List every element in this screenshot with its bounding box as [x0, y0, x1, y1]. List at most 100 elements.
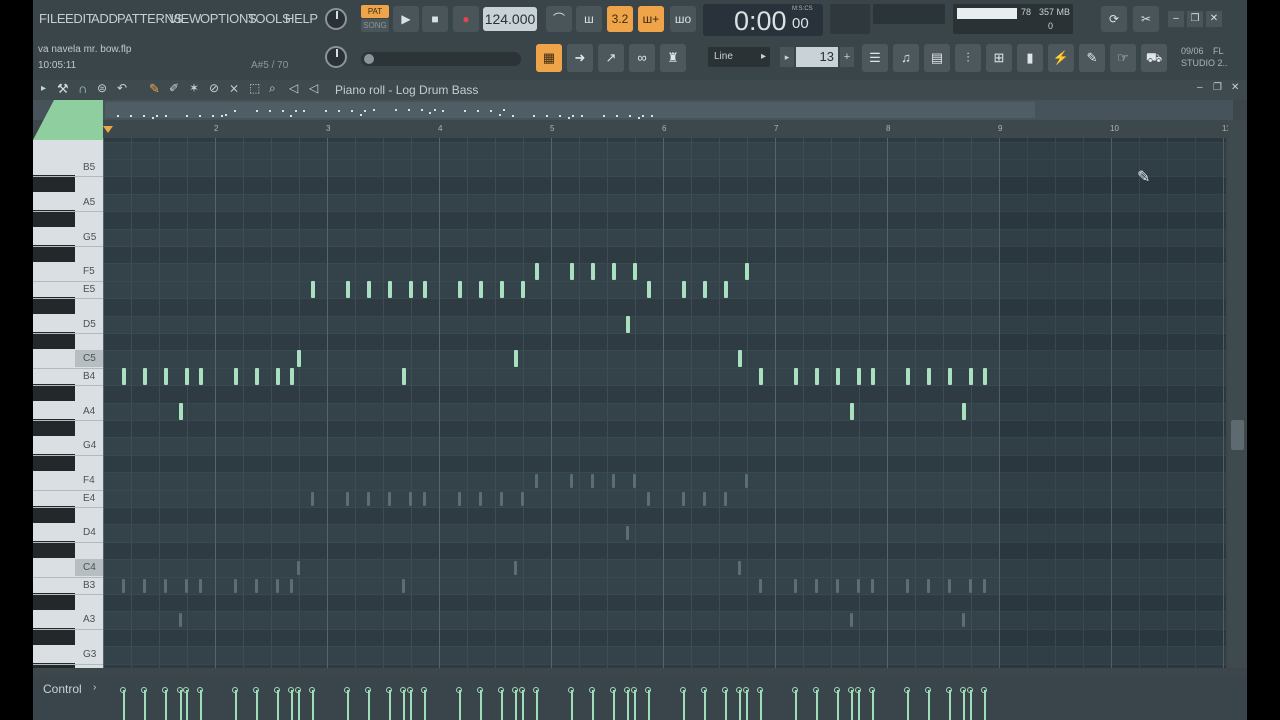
note[interactable] — [969, 367, 973, 385]
note[interactable] — [633, 263, 637, 281]
velocity-stem[interactable] — [309, 687, 315, 720]
timeline-ruler[interactable]: 2 3 4 5 6 7 8 9 10 11 — [103, 120, 1230, 138]
black-key[interactable] — [33, 384, 75, 402]
black-key[interactable] — [33, 627, 75, 645]
velocity-stem[interactable] — [834, 687, 840, 720]
control-lane-label[interactable]: Control — [43, 682, 82, 696]
note[interactable] — [535, 263, 539, 281]
pattern-picker-button[interactable]: ▦ — [536, 44, 562, 72]
minimize-app-button[interactable]: – — [1168, 11, 1184, 27]
stamp-button[interactable]: ♜ — [660, 44, 686, 72]
note[interactable] — [647, 280, 651, 298]
velocity-stem[interactable] — [792, 687, 798, 720]
velocity-stem[interactable] — [197, 687, 203, 720]
note[interactable] — [591, 263, 595, 281]
black-key[interactable] — [33, 453, 75, 471]
note[interactable] — [514, 350, 518, 368]
velocity-stem[interactable] — [736, 687, 742, 720]
velocity-stem[interactable] — [295, 687, 301, 720]
note[interactable] — [199, 367, 203, 385]
main-pitch-knob[interactable] — [325, 46, 347, 68]
note[interactable] — [570, 263, 574, 281]
note[interactable] — [794, 367, 798, 385]
select-tool-icon[interactable]: ⬚ — [249, 81, 260, 95]
pr-close-icon[interactable]: ✕ — [1231, 82, 1239, 93]
velocity-stem[interactable] — [456, 687, 462, 720]
note[interactable] — [479, 280, 483, 298]
black-key[interactable] — [33, 245, 75, 262]
step-plus-button[interactable]: + — [840, 47, 854, 67]
note[interactable] — [612, 263, 616, 281]
velocity-stem[interactable] — [288, 687, 294, 720]
control-chevron-icon[interactable]: › — [93, 682, 96, 693]
velocity-stem[interactable] — [631, 687, 637, 720]
note[interactable] — [143, 367, 147, 385]
velocity-stem[interactable] — [813, 687, 819, 720]
velocity-stem[interactable] — [855, 687, 861, 720]
zoom-tool-icon[interactable]: ⌕ — [269, 81, 276, 96]
slide-button[interactable]: ↗ — [598, 44, 624, 72]
note[interactable] — [255, 367, 259, 385]
velocity-stem[interactable] — [365, 687, 371, 720]
note[interactable] — [983, 367, 987, 385]
pencil-tool-icon[interactable]: ✎ — [149, 81, 160, 97]
plugin-picker-button[interactable]: ⚡ — [1048, 44, 1074, 72]
channel-tab[interactable] — [33, 100, 103, 140]
magnet-icon[interactable]: ∩ — [78, 81, 87, 96]
snap-mode-select[interactable]: Line ▸ — [708, 47, 770, 67]
scroll-thumb[interactable] — [1231, 420, 1244, 450]
note[interactable] — [179, 402, 183, 420]
play-button[interactable]: ▶ — [393, 6, 419, 32]
velocity-stem[interactable] — [344, 687, 350, 720]
link-button[interactable]: ∞ — [629, 44, 655, 72]
velocity-stem[interactable] — [722, 687, 728, 720]
note[interactable] — [948, 367, 952, 385]
wrench-icon[interactable]: ⚒ — [57, 81, 69, 97]
note[interactable] — [836, 367, 840, 385]
velocity-stem[interactable] — [967, 687, 973, 720]
velocity-stem[interactable] — [589, 687, 595, 720]
velocity-stem[interactable] — [400, 687, 406, 720]
shop-button[interactable]: ⛟ — [1141, 44, 1167, 72]
playhead-marker[interactable] — [103, 126, 113, 133]
velocity-stem[interactable] — [232, 687, 238, 720]
note[interactable] — [234, 367, 238, 385]
blend-notes-button[interactable]: шo — [670, 6, 696, 32]
online-button[interactable]: ⟳ — [1101, 6, 1127, 32]
note[interactable] — [409, 280, 413, 298]
news-panel[interactable]: 09/06 FL STUDIO 2.. — [1179, 44, 1239, 72]
note[interactable] — [346, 280, 350, 298]
black-key[interactable] — [33, 419, 75, 436]
note[interactable] — [311, 280, 315, 298]
main-volume-knob[interactable] — [325, 8, 347, 30]
maximize-app-button[interactable]: ❐ — [1187, 11, 1203, 27]
step-left-button[interactable]: ▸ — [780, 47, 794, 67]
step-edit-button[interactable]: ш+ — [638, 6, 664, 32]
velocity-stems[interactable] — [103, 676, 1226, 720]
velocity-stem[interactable] — [407, 687, 413, 720]
velocity-stem[interactable] — [946, 687, 952, 720]
stamp-tool-icon[interactable]: ⊜ — [97, 81, 107, 95]
touch-keyboard-button[interactable]: ✎ — [1079, 44, 1105, 72]
note[interactable] — [682, 280, 686, 298]
note[interactable] — [724, 280, 728, 298]
velocity-stem[interactable] — [519, 687, 525, 720]
note[interactable] — [458, 280, 462, 298]
velocity-stem[interactable] — [925, 687, 931, 720]
piano-roll-button[interactable]: ♫ — [893, 44, 919, 72]
undo-icon[interactable]: ↶ — [117, 81, 127, 95]
note[interactable] — [423, 280, 427, 298]
velocity-stem[interactable] — [141, 687, 147, 720]
velocity-stem[interactable] — [177, 687, 183, 720]
note-overview-strip[interactable] — [33, 100, 1233, 140]
black-key[interactable] — [33, 175, 75, 193]
velocity-stem[interactable] — [512, 687, 518, 720]
velocity-stem[interactable] — [421, 687, 427, 720]
pat-mode-button[interactable]: PAT — [361, 5, 389, 18]
velocity-stem[interactable] — [960, 687, 966, 720]
playlist-button[interactable]: ☰ — [862, 44, 888, 72]
note[interactable] — [388, 280, 392, 298]
velocity-stem[interactable] — [253, 687, 259, 720]
velocity-stem[interactable] — [183, 687, 189, 720]
black-key[interactable] — [33, 210, 75, 228]
